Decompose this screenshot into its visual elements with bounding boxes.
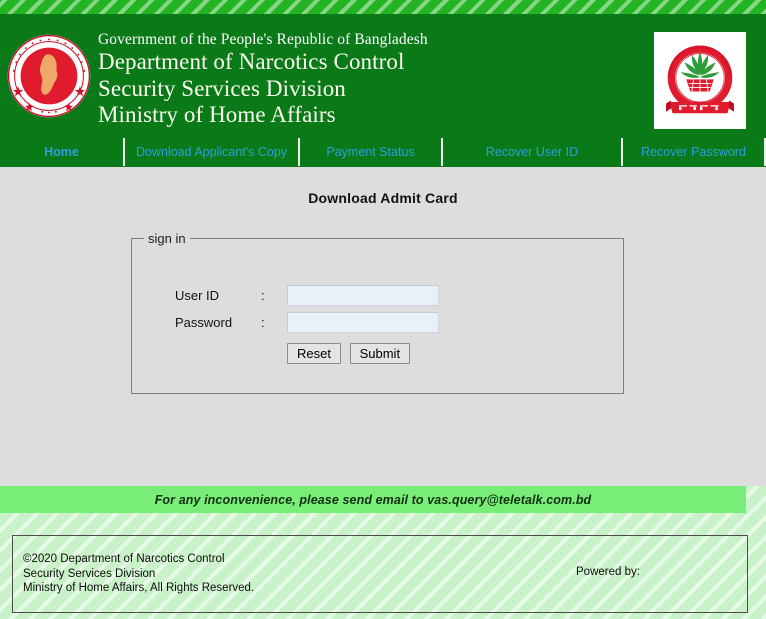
copyright-line-2: Security Services Division [23,567,156,580]
nav-item-home[interactable]: Home [0,138,125,166]
user-id-input[interactable] [287,285,439,306]
password-label: Password [175,315,233,330]
copyright-line-1: ©2020 Department of Narcotics Control [23,553,225,566]
nav-item-download-applicants-copy[interactable]: Download Applicant's Copy [125,138,300,166]
main-navigation: Home Download Applicant's Copy Payment S… [0,137,766,167]
user-id-input-cell [287,282,439,309]
bangladesh-national-emblem-icon [0,26,98,126]
division-line: Security Services Division [98,75,346,101]
footer-spacer [0,513,766,535]
footer: ©2020 Department of Narcotics Control Se… [12,535,748,613]
user-id-row: User ID : [175,282,439,309]
signin-form: User ID : Password : Reset Submit [175,282,439,367]
support-email-bar: For any inconvenience, please send email… [0,486,746,513]
user-id-label: User ID [175,288,220,303]
copyright-block: ©2020 Department of Narcotics Control Se… [13,552,254,596]
nav-item-payment-status[interactable]: Payment Status [300,138,443,166]
site-header: Government of the People's Republic of B… [0,14,766,137]
page-title: Download Admit Card [308,190,458,206]
user-id-separator: : [261,288,265,303]
powered-by-label: Powered by: [576,566,640,578]
password-input-cell [287,309,439,336]
support-email-text: For any inconvenience, please send email… [154,492,592,507]
top-striped-banner [0,0,766,14]
department-of-narcotics-control-logo-icon: DEPARTMENT OF NARCOTICS CONTROL [654,32,746,129]
copyright-line-3: Ministry of Home Affairs, All Rights Res… [23,582,255,595]
reset-button[interactable]: Reset [287,343,341,364]
main-content-panel: Download Admit Card sign in User ID : Pa… [0,167,766,486]
signin-legend: sign in [148,231,186,246]
password-input[interactable] [287,312,439,333]
nav-item-recover-password[interactable]: Recover Password [623,138,764,166]
password-row: Password : [175,309,439,336]
form-actions-row: Reset Submit [175,336,439,367]
submit-button[interactable]: Submit [349,343,411,364]
ministry-line: Ministry of Home Affairs [98,102,336,127]
department-line: Department of Narcotics Control [98,49,405,74]
government-line: Government of the People's Republic of B… [98,31,428,48]
form-actions-cell: Reset Submit [287,336,439,367]
nav-item-recover-user-id[interactable]: Recover User ID [443,138,623,166]
header-titles: Government of the People's Republic of B… [98,14,654,129]
signin-fieldset: sign in User ID : Password : Reset Submi… [131,231,624,394]
password-separator: : [261,315,265,330]
